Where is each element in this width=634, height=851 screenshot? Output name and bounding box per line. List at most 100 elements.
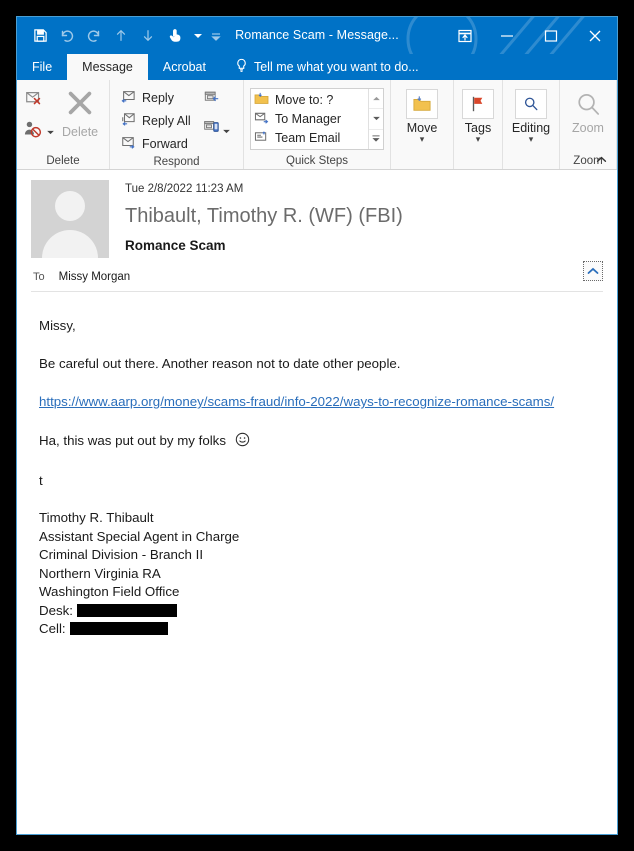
save-icon[interactable] xyxy=(27,23,53,49)
delete-button[interactable]: Delete xyxy=(54,86,106,139)
touch-mouse-mode-icon[interactable] xyxy=(162,23,188,49)
quick-step-team-email[interactable]: Team Email xyxy=(254,129,366,147)
quick-steps-gallery: Move to: ? To Manager Team Email xyxy=(250,88,384,150)
next-item-icon[interactable] xyxy=(135,23,161,49)
signature-cell-line: Cell: xyxy=(39,620,595,639)
quick-steps-items: Move to: ? To Manager Team Email xyxy=(251,89,368,149)
ribbon-group-tags: Tags ▾ xyxy=(454,80,503,169)
delete-button-label: Delete xyxy=(62,125,99,139)
flag-icon xyxy=(462,89,494,119)
meeting-icon xyxy=(203,90,221,111)
tags-button[interactable]: Tags ▾ xyxy=(460,86,496,144)
to-recipient[interactable]: Missy Morgan xyxy=(59,271,131,283)
signature-line: Washington Field Office xyxy=(39,584,180,599)
to-label: To xyxy=(33,271,45,283)
junk-dropdown-icon[interactable] xyxy=(47,122,54,140)
quick-steps-more-button[interactable] xyxy=(369,130,383,149)
expand-header-button[interactable] xyxy=(583,261,603,281)
ribbon-group-delete: Delete Delete xyxy=(17,80,110,169)
customize-quick-access-toolbar-icon[interactable] xyxy=(207,23,224,49)
reply-all-button[interactable]: Reply All xyxy=(116,110,195,131)
reply-label: Reply xyxy=(142,90,174,105)
quick-steps-scroll-up-button[interactable] xyxy=(369,89,383,110)
body-link-paragraph: https://www.aarp.org/money/scams-fraud/i… xyxy=(39,392,595,412)
outlook-message-window: Romance Scam - Message... File Message A… xyxy=(16,16,618,835)
close-button[interactable] xyxy=(573,17,617,54)
touch-mode-dropdown-icon[interactable] xyxy=(189,23,206,49)
signature-desk-line: Desk: xyxy=(39,602,595,621)
zoom-button[interactable]: Zoom xyxy=(566,86,610,135)
tab-message[interactable]: Message xyxy=(67,54,148,80)
quick-steps-scrollbar[interactable] xyxy=(368,89,383,149)
respond-commands: Reply Reply All Forward xyxy=(116,86,195,154)
signature-block: Timothy R. Thibault Assistant Special Ag… xyxy=(39,509,595,639)
more-respond-button[interactable] xyxy=(203,119,230,140)
quick-step-to-manager-label: To Manager xyxy=(275,111,342,126)
minimize-button[interactable] xyxy=(485,17,529,54)
body-signoff: t xyxy=(39,473,43,488)
ribbon-group-label-tags xyxy=(454,153,502,169)
move-dropdown-chevron-icon[interactable]: ▾ xyxy=(420,135,425,144)
quick-access-toolbar xyxy=(27,17,224,54)
cell-label: Cell: xyxy=(39,621,66,636)
ignore-icon xyxy=(23,89,45,114)
message-header-top: Tue 2/8/2022 11:23 AM Thibault, Timothy … xyxy=(31,180,603,258)
message-header: Tue 2/8/2022 11:23 AM Thibault, Timothy … xyxy=(17,170,617,292)
tell-me-search[interactable]: Tell me what you want to do... xyxy=(221,54,419,80)
undo-icon[interactable] xyxy=(54,23,80,49)
ribbon-group-move: Move ▾ xyxy=(391,80,454,169)
editing-magnifier-icon xyxy=(515,89,547,119)
more-respond-dropdown-icon[interactable] xyxy=(222,121,230,139)
tab-file[interactable]: File xyxy=(17,54,67,80)
body-note: Ha, this was put out by my folks xyxy=(39,433,226,448)
meeting-button[interactable] xyxy=(203,90,230,111)
tags-dropdown-chevron-icon[interactable]: ▾ xyxy=(476,135,481,144)
ribbon-group-respond: Reply Reply All Forward Respond xyxy=(110,80,244,169)
tell-me-label: Tell me what you want to do... xyxy=(253,60,419,74)
ignore-button[interactable] xyxy=(23,89,54,113)
junk-button[interactable] xyxy=(23,119,54,143)
team-email-icon xyxy=(254,130,269,146)
ribbon-display-options-button[interactable] xyxy=(445,17,485,54)
body-greeting: Missy, xyxy=(39,318,76,333)
aarp-link[interactable]: https://www.aarp.org/money/scams-fraud/i… xyxy=(39,394,554,409)
avatar-body-icon xyxy=(42,230,98,258)
desk-label: Desk: xyxy=(39,602,73,618)
avatar xyxy=(31,180,109,258)
forward-icon xyxy=(120,135,136,152)
quick-steps-scroll-down-button[interactable] xyxy=(369,109,383,130)
move-to-folder-icon xyxy=(254,92,269,108)
quick-step-to-manager[interactable]: To Manager xyxy=(254,110,366,128)
avatar-head-icon xyxy=(55,191,85,221)
smiley-face-icon xyxy=(235,432,250,452)
move-button[interactable]: Move ▾ xyxy=(397,86,447,144)
signature-line: Timothy R. Thibault xyxy=(39,510,154,525)
delete-small-buttons xyxy=(23,86,54,143)
ribbon-group-label-move xyxy=(391,153,453,169)
message-header-fields: Tue 2/8/2022 11:23 AM Thibault, Timothy … xyxy=(109,180,403,255)
tab-acrobat[interactable]: Acrobat xyxy=(148,54,221,80)
editing-dropdown-chevron-icon[interactable]: ▾ xyxy=(529,135,534,144)
body-note-paragraph: Ha, this was put out by my folks xyxy=(39,431,595,452)
cell-redaction-bar xyxy=(69,622,168,635)
message-sender[interactable]: Thibault, Timothy R. (WF) (FBI) xyxy=(125,201,403,231)
redo-icon[interactable] xyxy=(81,23,107,49)
lightbulb-icon xyxy=(235,58,248,76)
junk-icon xyxy=(23,119,45,144)
message-subject: Romance Scam xyxy=(125,238,226,253)
reply-button[interactable]: Reply xyxy=(116,87,195,108)
quick-step-move-to-label: Move to: ? xyxy=(275,93,334,108)
signature-line: Criminal Division - Branch II xyxy=(39,547,204,562)
ribbon-group-label-editing xyxy=(503,153,559,169)
previous-item-icon[interactable] xyxy=(108,23,134,49)
message-date: Tue 2/8/2022 11:23 AM xyxy=(125,183,244,195)
editing-button[interactable]: Editing ▾ xyxy=(509,86,553,144)
maximize-button[interactable] xyxy=(529,17,573,54)
ribbon-group-editing: Editing ▾ xyxy=(503,80,560,169)
forward-button[interactable]: Forward xyxy=(116,133,195,154)
collapse-ribbon-button[interactable] xyxy=(593,151,609,167)
title-bar: Romance Scam - Message... xyxy=(17,17,617,54)
quick-step-move-to[interactable]: Move to: ? xyxy=(254,91,366,109)
quick-step-team-email-label: Team Email xyxy=(275,130,341,145)
reply-all-label: Reply All xyxy=(142,113,191,128)
